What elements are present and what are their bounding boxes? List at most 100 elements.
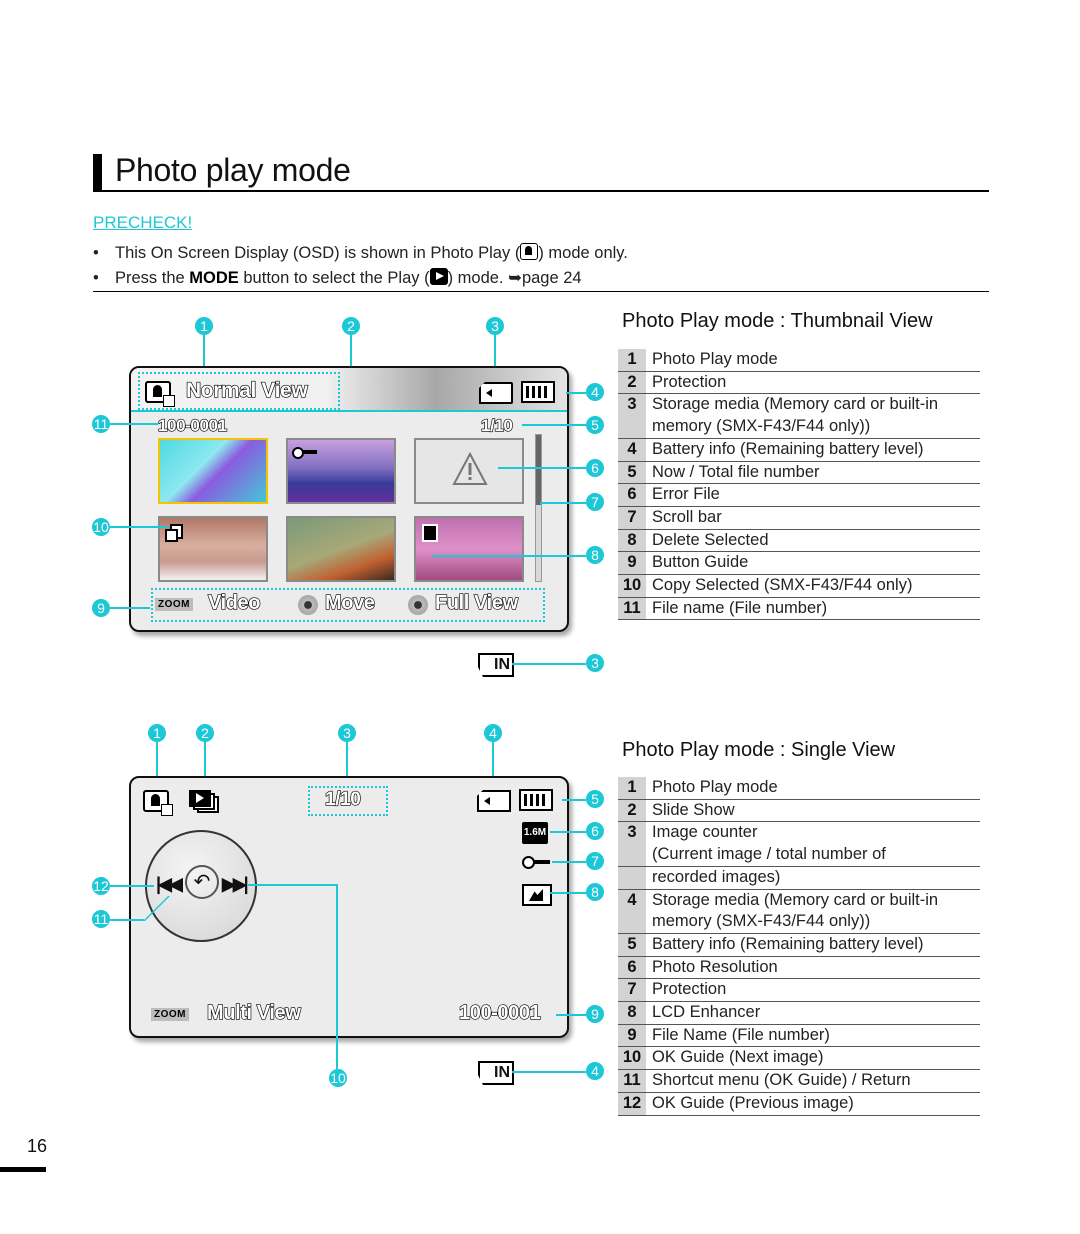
callout-line <box>498 467 586 469</box>
legend-line: Now / Total file number <box>652 462 820 481</box>
legend-text: Photo Play mode <box>646 349 980 372</box>
bullet-dot: • <box>93 244 99 262</box>
legend-row: 8 LCD Enhancer <box>618 1001 980 1025</box>
legend-line: memory (SMX-F43/F44 only)) <box>652 912 871 931</box>
page-reference-link[interactable]: page 24 <box>522 269 582 287</box>
file-counter: 1/10 <box>480 415 513 435</box>
zoom-tag: ZOOM <box>155 598 193 611</box>
legend-line: Copy Selected (SMX-F43/F44 only) <box>652 576 913 595</box>
thumbnail-legend-table: 1 Photo Play mode 2 Protection 3 Storage medi… <box>618 349 980 621</box>
single-section-title: Photo Play mode : Single View <box>622 739 896 761</box>
legend-line: Scroll bar <box>652 507 722 526</box>
legend-row: 10 Copy Selected (SMX-F43/F44 only) <box>618 574 980 598</box>
photo-play-icon <box>520 243 539 260</box>
legend-row: 3 Image counter (Current image / total num… <box>618 821 980 867</box>
return-button[interactable]: ↶ <box>185 865 219 899</box>
callout-badge: 7 <box>586 852 604 870</box>
bullet-text: Press the <box>115 269 190 287</box>
page-ref-arrow-icon: ➥ <box>508 269 522 287</box>
callout-line <box>556 1014 586 1016</box>
legend-text: Photo Play mode <box>646 777 980 800</box>
legend-text: Error File <box>646 483 980 507</box>
previous-image-button[interactable]: |◀◀ <box>156 874 183 895</box>
callout-line <box>512 1071 586 1073</box>
callout-badge: 8 <box>586 883 604 901</box>
legend-row: 6 Photo Resolution <box>618 956 980 980</box>
callout-badge: 7 <box>586 493 604 511</box>
callout-badge: 3 <box>338 724 356 742</box>
legend-text: Now / Total file number <box>646 461 980 485</box>
bullet-text: This On Screen Display (OSD) is shown in… <box>115 244 521 262</box>
legend-line: OK Guide (Next image) <box>652 1048 824 1067</box>
legend-number: 8 <box>618 1001 646 1025</box>
battery-icon <box>519 789 553 811</box>
callout-line <box>552 861 586 863</box>
slide-show-icon[interactable] <box>189 790 219 813</box>
legend-text: Photo Resolution <box>646 956 980 980</box>
legend-row: 1 Photo Play mode <box>618 777 980 800</box>
legend-number: 5 <box>618 933 646 957</box>
legend-line: Shortcut menu (OK Guide) / Return <box>652 1071 911 1090</box>
legend-number: 9 <box>618 1024 646 1048</box>
legend-number: 9 <box>618 551 646 576</box>
trash-icon <box>422 524 438 542</box>
thumbnail-item[interactable] <box>414 516 524 582</box>
internal-memory-icon: IN <box>478 653 514 677</box>
callout-line <box>110 423 158 425</box>
legend-line: Photo Play mode <box>652 778 778 796</box>
thumbnail-item[interactable] <box>286 516 396 582</box>
legend-row: 3 Storage media (Memory card or built-in m… <box>618 393 980 439</box>
callout-badge: 6 <box>586 822 604 840</box>
mode-label: Normal View <box>185 378 308 402</box>
image-counter-highlight: 1/10 <box>308 786 388 816</box>
guide-video-label: Video <box>207 591 261 614</box>
thumbnail-item[interactable] <box>286 438 396 504</box>
bullet-text: button to select the Play ( <box>238 269 430 287</box>
callout-line <box>110 607 150 609</box>
callout-line <box>110 526 168 528</box>
memory-card-icon <box>479 382 513 404</box>
callout-badge: 2 <box>196 724 214 742</box>
callout-badge: 3 <box>486 317 504 335</box>
thumbnail-view-diagram: 1 2 3 Normal View 100-0001 1/10 ZOOM Vid… <box>0 300 610 690</box>
callout-line <box>110 885 154 887</box>
callout-badge: 2 <box>342 317 360 335</box>
legend-number: 5 <box>618 461 646 485</box>
legend-number: 11 <box>618 597 646 621</box>
legend-row: 10 OK Guide (Next image) <box>618 1046 980 1071</box>
legend-text: Protection <box>646 978 980 1003</box>
callout-line <box>562 799 586 801</box>
legend-text: Delete Selected <box>646 529 980 553</box>
legend-number: 3 <box>618 821 646 867</box>
scrollbar-thumb[interactable] <box>536 435 541 505</box>
thumbnail-item[interactable] <box>158 438 268 504</box>
legend-number: 2 <box>618 799 646 823</box>
callout-badge: 1 <box>148 724 166 742</box>
callout-badge: 11 <box>92 910 110 928</box>
zoom-tag: ZOOM <box>151 1008 189 1021</box>
legend-row: 9 File Name (File number) <box>618 1024 980 1048</box>
legend-number: 1 <box>618 777 646 800</box>
thumbnail-item[interactable] <box>158 516 268 582</box>
legend-row: 6 Error File <box>618 483 980 507</box>
callout-line <box>110 919 144 921</box>
warning-icon <box>452 452 488 485</box>
callout-badge: 11 <box>92 415 110 433</box>
callout-badge: 12 <box>92 877 110 895</box>
file-name: 100-0001 <box>157 415 227 435</box>
callout-badge: 10 <box>329 1069 347 1087</box>
callout-line <box>432 555 586 557</box>
legend-number: 7 <box>618 978 646 1003</box>
legend-number: 1 <box>618 349 646 372</box>
photo-play-mode-icon <box>145 381 175 407</box>
next-image-button[interactable]: ▶▶| <box>222 874 249 895</box>
file-name: 100-0001 <box>458 1001 541 1024</box>
thumbnail-section-title: Photo Play mode : Thumbnail View <box>622 310 933 332</box>
callout-badge: 8 <box>586 546 604 564</box>
legend-row: 5 Now / Total file number <box>618 461 980 485</box>
photo-resolution-icon: 1.6M <box>522 822 548 844</box>
legend-text: Image counter (Current image / total numb… <box>646 821 980 867</box>
thumbnail-error-item[interactable] <box>414 438 524 504</box>
mode-button-label: MODE <box>189 269 239 287</box>
scrollbar[interactable] <box>535 434 542 582</box>
